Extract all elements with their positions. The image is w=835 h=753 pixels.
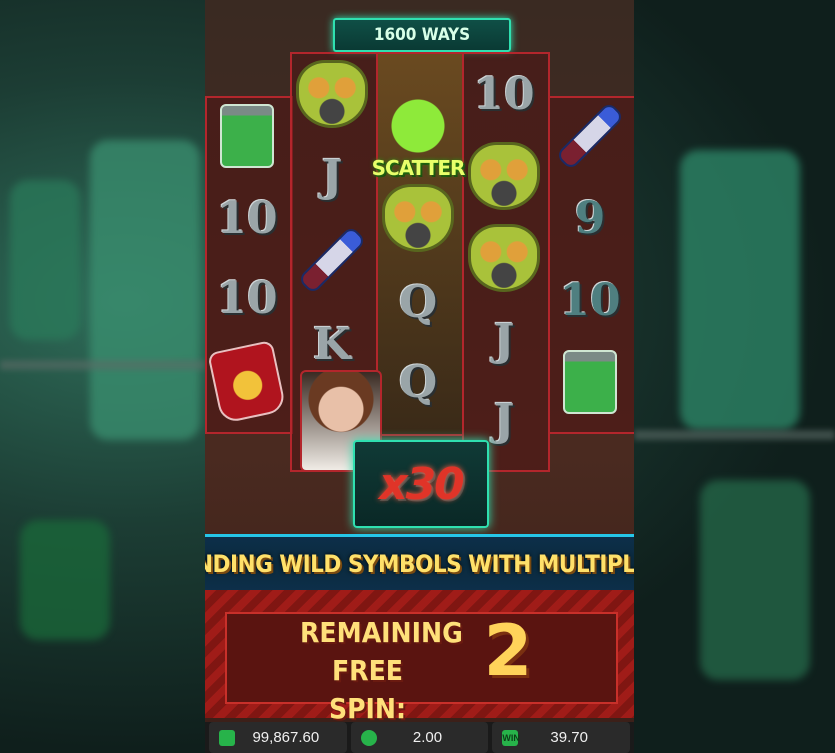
scatter-label: SCATTER [371, 156, 466, 180]
symbol-gas-mask [462, 218, 546, 298]
free-spin-panel: REMAINING FREE SPIN: 2 [205, 590, 634, 725]
potion-jar-icon [563, 350, 617, 414]
win-icon: WIN [502, 729, 520, 746]
symbol-blood-bag [205, 339, 289, 425]
gas-mask-icon [468, 224, 540, 292]
coin-stack-icon [360, 729, 377, 746]
free-spin-label-line2: FREE SPIN: [328, 654, 407, 725]
status-bar: 99,867.60 2.00 WIN 39.70 [205, 722, 634, 753]
symbol-potion-jar [548, 342, 632, 422]
bet-display[interactable]: 2.00 [350, 722, 489, 753]
free-spin-label-line1: REMAINING [300, 616, 463, 649]
symbol-test-tube [548, 96, 632, 176]
symbol-ten: 10 [473, 68, 535, 120]
symbol-j: J [321, 150, 343, 202]
test-tube-icon [555, 101, 625, 171]
biohazard-blood-bag-icon [207, 339, 287, 425]
symbol-test-tube [290, 220, 374, 300]
free-spins-remaining: 2 [483, 610, 533, 692]
multiplier-badge: x30 [353, 440, 489, 528]
symbol-ten: 10 [216, 192, 278, 244]
gas-mask-icon [468, 142, 540, 210]
wallet-icon [219, 729, 235, 746]
potion-jar-icon [220, 104, 274, 168]
symbol-q: Q [398, 356, 438, 408]
symbol-gas-mask [376, 178, 460, 258]
symbol-gas-mask [462, 136, 546, 216]
balance-value: 99,867.60 [252, 729, 320, 746]
symbol-j: J [493, 314, 515, 366]
win-display: WIN 39.70 [492, 722, 631, 753]
symbol-q: Q [398, 276, 438, 328]
symbol-potion-jar [205, 96, 289, 176]
symbol-nine: 9 [574, 192, 606, 244]
multiplier-value: x30 [379, 458, 465, 510]
symbol-ten: 10 [216, 272, 278, 324]
reel-grid: 10 10 J K SCATTER Q Q 10 J J 9 10 [205, 50, 634, 472]
symbol-scatter: SCATTER [372, 90, 465, 180]
free-spin-label: REMAINING FREE SPIN: [300, 614, 463, 728]
symbol-gas-mask [290, 54, 374, 134]
biohazard-icon: SCATTER [372, 90, 465, 180]
gas-mask-icon [382, 184, 454, 252]
feature-banner: PANDING WILD SYMBOLS WITH MULTIPLIER [205, 534, 634, 594]
symbol-ten: 10 [559, 274, 621, 326]
balance-display[interactable]: 99,867.60 [209, 722, 347, 753]
win-value: 39.70 [550, 729, 588, 746]
bet-value: 2.00 [412, 729, 443, 746]
feature-banner-text: PANDING WILD SYMBOLS WITH MULTIPLIER [205, 550, 634, 578]
test-tube-icon [297, 225, 367, 295]
slot-game-panel: 1600 WAYS 10 10 J K SCATTER Q Q 10 J J 9 [205, 0, 634, 753]
gas-mask-icon [296, 60, 368, 128]
ways-counter: 1600 WAYS [333, 18, 511, 52]
